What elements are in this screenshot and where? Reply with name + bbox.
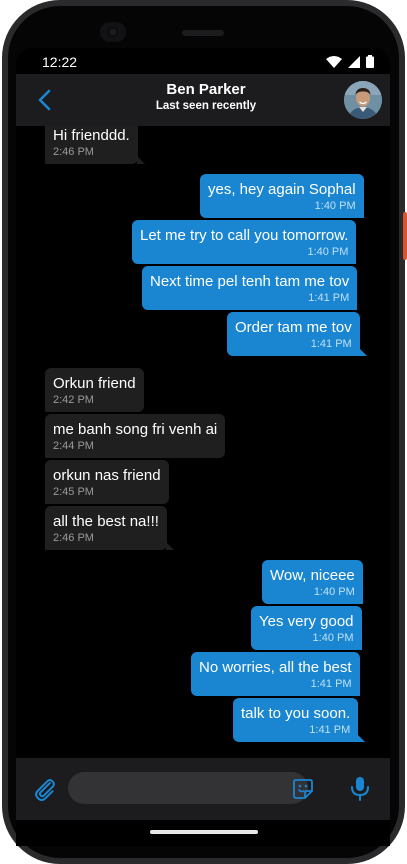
message-time: 2:46 PM [53, 532, 94, 544]
contact-name: Ben Parker [166, 81, 246, 98]
message-bubble[interactable]: Yes very good 1:40 PM [251, 606, 362, 650]
message-bubble[interactable]: Order tam me tov 1:41 PM [227, 312, 367, 356]
message-bubble[interactable]: Let me try to call you tomorrow. 1:40 PM [132, 220, 357, 264]
message-time: 1:40 PM [312, 632, 354, 644]
chevron-left-icon [38, 89, 51, 111]
message-time: 1:40 PM [307, 246, 349, 258]
microphone-icon [351, 777, 369, 801]
message-text: Hi frienddd. [53, 127, 130, 144]
avatar[interactable] [344, 81, 382, 119]
message-text: Orkun friend [53, 375, 136, 392]
message-bubble[interactable]: No worries, all the best 1:41 PM [191, 652, 360, 696]
message-bubble[interactable]: Wow, niceee 1:40 PM [262, 560, 363, 604]
message-text: talk to you soon. [241, 705, 351, 722]
microphone-button[interactable] [349, 776, 371, 802]
message-text: yes, hey again Sophal [208, 181, 356, 198]
status-icons [326, 55, 374, 68]
attach-button[interactable] [32, 776, 58, 802]
message-bubble[interactable]: Hi frienddd. 2:46 PM [45, 126, 145, 164]
home-indicator[interactable] [150, 830, 258, 834]
battery-icon [366, 55, 374, 68]
status-time: 12:22 [42, 54, 78, 70]
message-text: Yes very good [259, 613, 354, 630]
message-input[interactable] [68, 772, 308, 804]
navigation-area [16, 820, 390, 846]
screen: 12:22 Ben Parker Last seen recently Hi f… [16, 48, 390, 820]
status-bar: 12:22 [16, 48, 390, 74]
back-button[interactable] [30, 86, 58, 114]
message-time: 2:44 PM [53, 440, 94, 452]
message-time: 1:40 PM [313, 586, 355, 598]
chat-header: Ben Parker Last seen recently [16, 74, 390, 126]
signal-icon [348, 55, 360, 68]
message-time: 2:42 PM [53, 394, 94, 406]
sticker-icon [293, 779, 313, 799]
message-text: Let me try to call you tomorrow. [140, 227, 349, 244]
message-bubble[interactable]: Next time pel tenh tam me tov 1:41 PM [142, 266, 358, 310]
earpiece-speaker [182, 30, 224, 36]
message-bubble[interactable]: Orkun friend 2:42 PM [45, 368, 144, 412]
message-input-bar [16, 758, 390, 820]
message-time: 1:41 PM [310, 678, 352, 690]
message-time: 1:41 PM [310, 338, 352, 350]
side-button [403, 212, 407, 260]
message-text: No worries, all the best [199, 659, 352, 676]
message-time: 1:41 PM [309, 724, 351, 736]
contact-info[interactable]: Ben Parker Last seen recently [96, 81, 316, 114]
message-bubble[interactable]: orkun nas friend 2:45 PM [45, 460, 169, 504]
message-text: Wow, niceee [270, 567, 355, 584]
message-time: 1:41 PM [308, 292, 350, 304]
message-text: Next time pel tenh tam me tov [150, 273, 350, 290]
message-bubble[interactable]: yes, hey again Sophal 1:40 PM [200, 174, 364, 218]
message-text: Order tam me tov [235, 319, 352, 336]
message-time: 2:45 PM [53, 486, 94, 498]
message-time: 1:40 PM [314, 200, 356, 212]
message-bubble[interactable]: all the best na!!! 2:46 PM [45, 506, 174, 550]
message-time: 2:46 PM [53, 146, 94, 158]
camera-lens [107, 26, 119, 38]
message-bubble[interactable]: me banh song fri venh ai 2:44 PM [45, 414, 226, 458]
message-text: all the best na!!! [53, 513, 159, 530]
message-text: orkun nas friend [53, 467, 161, 484]
wifi-icon [326, 55, 342, 68]
message-list[interactable]: Hi frienddd. 2:46 PM yes, hey again Soph… [16, 126, 390, 758]
message-text: me banh song fri venh ai [53, 421, 218, 438]
paperclip-icon [35, 779, 55, 802]
sticker-button[interactable] [292, 778, 314, 800]
phone-frame: 12:22 Ben Parker Last seen recently Hi f… [0, 0, 407, 864]
avatar-image [344, 81, 382, 119]
contact-status: Last seen recently [155, 100, 257, 112]
message-bubble[interactable]: talk to you soon. 1:41 PM [233, 698, 366, 742]
